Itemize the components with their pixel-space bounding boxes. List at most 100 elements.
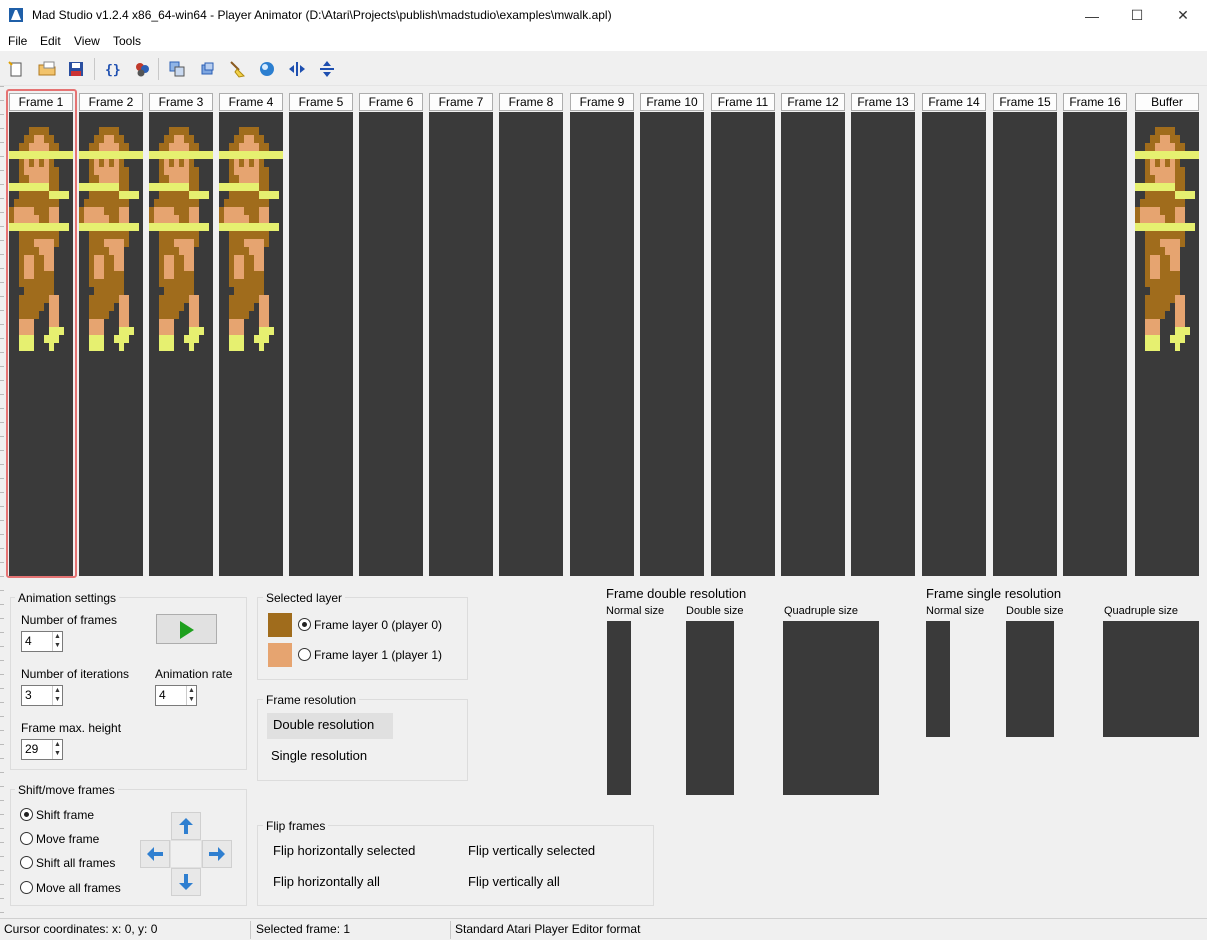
- frame-canvas-7[interactable]: [429, 112, 493, 576]
- iterations-spinner[interactable]: 3 ▲ ▼: [21, 685, 63, 706]
- move-left-button[interactable]: [140, 840, 170, 868]
- close-button[interactable]: ✕: [1160, 0, 1206, 31]
- move-all-radio[interactable]: [20, 881, 33, 894]
- animation-rate-spinner[interactable]: 4 ▲ ▼: [155, 685, 197, 706]
- frame-tab-16[interactable]: Frame 16: [1063, 93, 1127, 111]
- shift-all-radio[interactable]: [20, 856, 33, 869]
- flip-h-selected-button[interactable]: Flip horizontally selected: [267, 839, 447, 865]
- frame-canvas-14[interactable]: [922, 112, 986, 576]
- number-of-frames-spinner[interactable]: 4 ▲ ▼: [21, 631, 63, 652]
- menu-edit[interactable]: Edit: [40, 34, 61, 48]
- frame-canvas-12[interactable]: [781, 112, 845, 576]
- format-status: Standard Atari Player Editor format: [455, 922, 641, 936]
- frame-tab-12[interactable]: Frame 12: [781, 93, 845, 111]
- spin-arrows-icon[interactable]: ▲ ▼: [52, 740, 62, 759]
- frame-tab-13[interactable]: Frame 13: [851, 93, 915, 111]
- palette-icon[interactable]: [132, 59, 152, 79]
- maximize-button[interactable]: ☐: [1114, 0, 1160, 31]
- move-down-button[interactable]: [171, 868, 201, 896]
- frame-tab-10[interactable]: Frame 10: [640, 93, 704, 111]
- menu-file[interactable]: File: [8, 34, 27, 48]
- frame-tab-2[interactable]: Frame 2: [79, 93, 143, 111]
- status-divider: [450, 921, 451, 939]
- layer0-color-swatch[interactable]: [268, 613, 292, 637]
- move-up-button[interactable]: [171, 812, 201, 840]
- animation-rate-label: Animation rate: [155, 667, 233, 681]
- frame-tab-11[interactable]: Frame 11: [711, 93, 775, 111]
- layers-icon[interactable]: [197, 59, 217, 79]
- toolbar-separator: [158, 58, 159, 80]
- frame-canvas-8[interactable]: [499, 112, 563, 576]
- flip-v-selected-button[interactable]: Flip vertically selected: [462, 839, 642, 865]
- frame-canvas-6[interactable]: [359, 112, 423, 576]
- frame-tab-6[interactable]: Frame 6: [359, 93, 423, 111]
- double-double-preview: [686, 621, 734, 795]
- code-braces-icon[interactable]: {}: [103, 59, 123, 79]
- frame-canvas-13[interactable]: [851, 112, 915, 576]
- flip-h-all-button[interactable]: Flip horizontally all: [267, 870, 447, 896]
- sprite-graphic: [79, 127, 143, 351]
- arrow-up-icon: [179, 818, 193, 834]
- frame-canvas-10[interactable]: [640, 112, 704, 576]
- single-quad-label: Quadruple size: [1104, 605, 1178, 617]
- flip-v-all-button[interactable]: Flip vertically all: [462, 870, 642, 896]
- animation-rate-value: 4: [159, 688, 166, 702]
- double-resolution-button[interactable]: Double resolution: [267, 713, 393, 739]
- frame-canvas-15[interactable]: [993, 112, 1057, 576]
- select-region-icon[interactable]: [167, 59, 187, 79]
- double-normal-preview: [607, 621, 631, 795]
- shift-frame-label[interactable]: Shift frame: [36, 808, 94, 822]
- frame-tab-9[interactable]: Frame 9: [570, 93, 634, 111]
- spin-arrows-icon[interactable]: ▲ ▼: [52, 632, 62, 651]
- move-frame-label[interactable]: Move frame: [36, 832, 99, 846]
- title-bar: Mad Studio v1.2.4 x86_64-win64 - Player …: [0, 0, 1207, 31]
- flip-vertical-icon[interactable]: [317, 59, 337, 79]
- move-frame-radio[interactable]: [20, 832, 33, 845]
- frame-tab-7[interactable]: Frame 7: [429, 93, 493, 111]
- layer1-radio[interactable]: [298, 648, 311, 661]
- single-normal-preview: [926, 621, 950, 737]
- frame-canvas-11[interactable]: [711, 112, 775, 576]
- move-right-button[interactable]: [202, 840, 232, 868]
- frame-tab-8[interactable]: Frame 8: [499, 93, 563, 111]
- layer1-label[interactable]: Frame layer 1 (player 1): [314, 648, 442, 662]
- spin-arrows-icon[interactable]: ▲ ▼: [186, 686, 196, 705]
- single-resolution-button[interactable]: Single resolution: [265, 744, 391, 770]
- frame-canvas-16[interactable]: [1063, 112, 1127, 576]
- menu-bar: File Edit View Tools: [0, 31, 1207, 51]
- flip-horizontal-icon[interactable]: [287, 59, 307, 79]
- new-file-icon[interactable]: [6, 59, 26, 79]
- menu-view[interactable]: View: [74, 34, 100, 48]
- spin-arrows-icon[interactable]: ▲ ▼: [52, 686, 62, 705]
- play-animation-button[interactable]: [156, 614, 217, 644]
- frame-canvas-9[interactable]: [570, 112, 634, 576]
- selected-layer-group: [257, 597, 468, 680]
- toolbar: {}: [0, 52, 1207, 86]
- max-height-spinner[interactable]: 29 ▲ ▼: [21, 739, 63, 760]
- arrow-pad-center: [170, 840, 202, 868]
- move-all-label[interactable]: Move all frames: [36, 881, 121, 895]
- arrow-left-icon: [147, 847, 163, 861]
- frame-tab-4[interactable]: Frame 4: [219, 93, 283, 111]
- clear-broom-icon[interactable]: [227, 59, 247, 79]
- frame-tab-3[interactable]: Frame 3: [149, 93, 213, 111]
- menu-tools[interactable]: Tools: [113, 34, 141, 48]
- frame-canvas-5[interactable]: [289, 112, 353, 576]
- frame-tab-14[interactable]: Frame 14: [922, 93, 986, 111]
- selected-layer-title: Selected layer: [263, 591, 346, 605]
- open-folder-icon[interactable]: [37, 59, 57, 79]
- selected-frame-highlight: [6, 89, 77, 578]
- number-of-frames-label: Number of frames: [21, 613, 118, 627]
- layer1-color-swatch[interactable]: [268, 643, 292, 667]
- frame-tab-15[interactable]: Frame 15: [993, 93, 1057, 111]
- buffer-tab[interactable]: Buffer: [1135, 93, 1199, 111]
- layer0-label[interactable]: Frame layer 0 (player 0): [314, 618, 442, 632]
- frame-tab-5[interactable]: Frame 5: [289, 93, 353, 111]
- save-icon[interactable]: [66, 59, 86, 79]
- shift-all-label[interactable]: Shift all frames: [36, 856, 115, 870]
- sphere-icon[interactable]: [257, 59, 277, 79]
- layer0-radio[interactable]: [298, 618, 311, 631]
- minimize-button[interactable]: —: [1069, 0, 1115, 31]
- iterations-label: Number of iterations: [21, 667, 130, 681]
- shift-frame-radio[interactable]: [20, 808, 33, 821]
